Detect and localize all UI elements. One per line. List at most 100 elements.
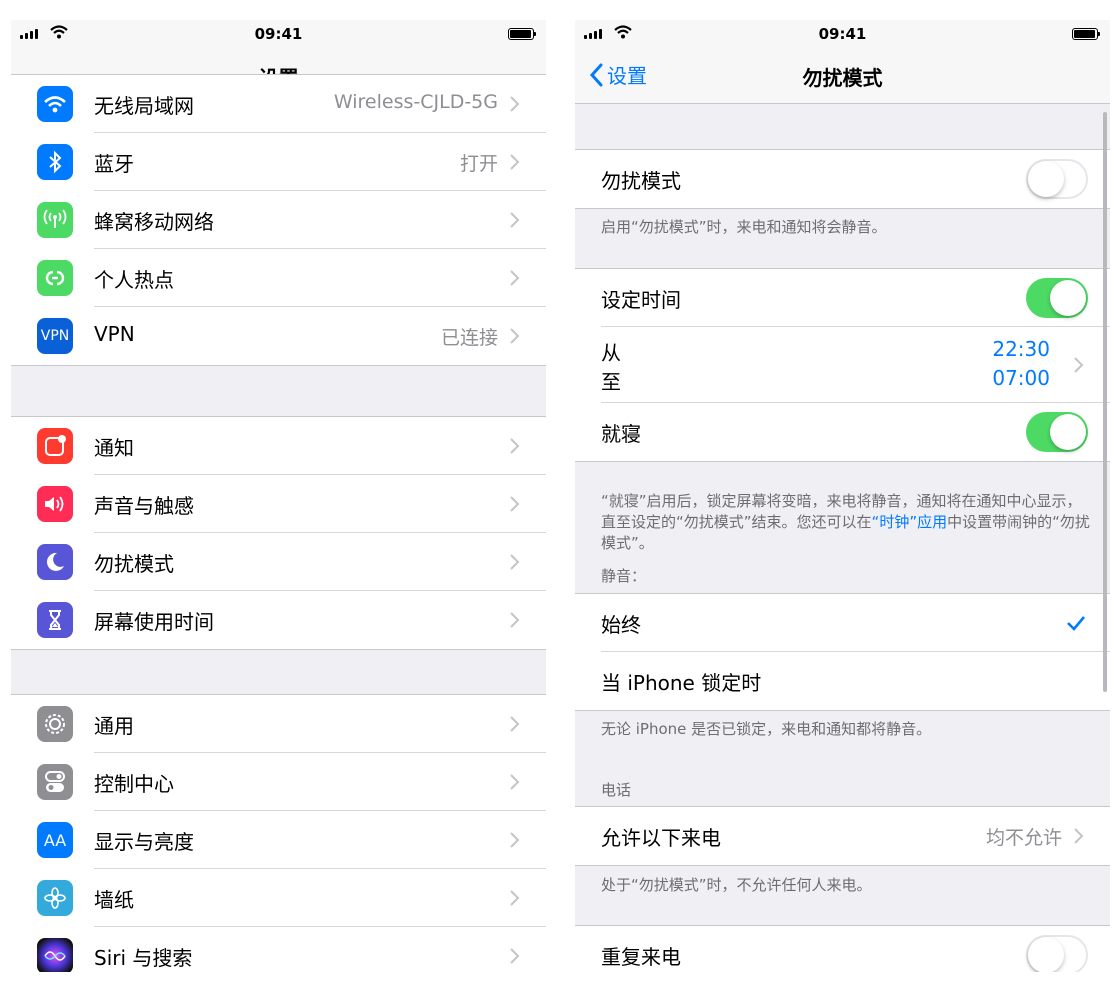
dnd-settings-list[interactable]: 勿扰模式 启用“勿扰模式”时，来电和通知将会静音。 设定时间 从 至 22:30… <box>575 104 1110 972</box>
display-icon: AA <box>37 822 73 858</box>
cellular-icon <box>37 202 73 238</box>
settings-list[interactable]: 无线局域网 Wireless-CJLD-5G 蓝牙 打开 蜂窝移动网络 个人热点… <box>11 74 546 972</box>
row-label: 勿扰模式 <box>94 552 174 576</box>
chevron-right-icon <box>510 96 520 112</box>
scheduled-group: 设定时间 从 至 22:30 07:00 就寝 <box>575 268 1110 462</box>
allow-calls-row[interactable]: 允许以下来电 均不允许 <box>575 807 1110 865</box>
chevron-right-icon <box>510 496 520 512</box>
row-label: 墙纸 <box>94 888 134 912</box>
wallpaper-icon <box>37 880 73 916</box>
chevron-right-icon <box>510 890 520 906</box>
settings-row-wifi[interactable]: 无线局域网 Wireless-CJLD-5G <box>11 75 546 133</box>
bluetooth-icon <box>37 144 73 180</box>
bedtime-label: 就寝 <box>601 422 641 446</box>
from-label: 从 <box>601 341 621 365</box>
checkmark-icon <box>1067 616 1085 631</box>
status-bar: 09:41 <box>11 20 546 50</box>
scheduled-switch[interactable] <box>1026 278 1088 318</box>
settings-row-wallpaper[interactable]: 墙纸 <box>11 869 546 927</box>
repeated-calls-label: 重复来电 <box>601 945 681 969</box>
settings-row-screen-time[interactable]: 屏幕使用时间 <box>11 591 546 649</box>
settings-row-bluetooth[interactable]: 蓝牙 打开 <box>11 133 546 191</box>
clock-app-link[interactable]: “时钟”应用 <box>872 513 948 531</box>
display-icon-text: AA <box>43 830 67 850</box>
allow-calls-value: 均不允许 <box>985 827 1062 849</box>
notifications-icon <box>37 428 73 464</box>
moon-icon <box>37 544 73 580</box>
from-time: 22:30 <box>992 337 1050 361</box>
silence-group: 始终 当 iPhone 锁定时 <box>575 593 1110 711</box>
settings-row-vpn[interactable]: VPN VPN 已连接 <box>11 307 546 365</box>
hotspot-icon <box>37 260 73 296</box>
status-bar: 09:41 <box>575 20 1110 50</box>
row-label: VPN <box>94 322 135 346</box>
silence-option-locked[interactable]: 当 iPhone 锁定时 <box>575 652 1110 710</box>
row-label: 控制中心 <box>94 772 174 796</box>
phone-header: 电话 <box>601 781 632 799</box>
row-label: 蜂窝移动网络 <box>94 210 214 234</box>
dnd-label: 勿扰模式 <box>601 169 681 193</box>
to-label: 至 <box>601 370 621 394</box>
row-value: Wireless-CJLD-5G <box>333 91 498 113</box>
battery-icon <box>508 28 536 40</box>
settings-row-hotspot[interactable]: 个人热点 <box>11 249 546 307</box>
chevron-right-icon <box>510 154 520 170</box>
chevron-right-icon <box>1074 828 1084 844</box>
option-label: 始终 <box>601 613 641 637</box>
status-time: 09:41 <box>818 25 867 43</box>
chevron-right-icon <box>510 270 520 286</box>
siri-icon <box>37 938 73 972</box>
nav-bar: 设置 勿扰模式 <box>575 50 1110 104</box>
settings-row-sounds[interactable]: 声音与触感 <box>11 475 546 533</box>
row-label: 声音与触感 <box>94 494 194 518</box>
silence-option-always[interactable]: 始终 <box>575 594 1110 652</box>
phone-footer: 处于“勿扰模式”时，不允许任何人来电。 <box>601 876 872 894</box>
dnd-group: 勿扰模式 <box>575 149 1110 209</box>
battery-icon <box>1072 28 1100 40</box>
dnd-switch[interactable] <box>1026 159 1088 199</box>
bedtime-footer: “就寝”启用后，锁定屏幕将变暗，来电将静音，通知将在通知中心显示，直至设定的“勿… <box>601 491 1090 554</box>
row-value: 打开 <box>459 153 498 175</box>
page-title: 勿扰模式 <box>802 66 883 90</box>
row-label: 显示与亮度 <box>94 830 194 854</box>
repeated-calls-group: 重复来电 <box>575 925 1110 972</box>
status-time: 09:41 <box>254 25 303 43</box>
row-label: 屏幕使用时间 <box>94 610 214 634</box>
settings-screen: 09:41 设置 无线局域网 Wireless-CJLD-5G 蓝牙 打开 <box>11 20 546 972</box>
scroll-indicator[interactable] <box>1103 112 1107 692</box>
settings-row-display[interactable]: AA 显示与亮度 <box>11 811 546 869</box>
vpn-icon-text: VPN <box>40 328 70 344</box>
bedtime-switch[interactable] <box>1026 412 1088 452</box>
row-label: 无线局域网 <box>94 94 194 118</box>
dnd-footer: 启用“勿扰模式”时，来电和通知将会静音。 <box>601 218 887 236</box>
bedtime-row: 就寝 <box>575 403 1110 461</box>
settings-row-control-center[interactable]: 控制中心 <box>11 753 546 811</box>
scheduled-label: 设定时间 <box>601 288 681 312</box>
chevron-right-icon <box>510 948 520 964</box>
chevron-right-icon <box>510 716 520 732</box>
schedule-time-row[interactable]: 从 至 22:30 07:00 <box>575 327 1110 403</box>
row-value: 已连接 <box>440 327 498 349</box>
settings-row-do-not-disturb[interactable]: 勿扰模式 <box>11 533 546 591</box>
settings-row-notifications[interactable]: 通知 <box>11 417 546 475</box>
settings-row-general[interactable]: 通用 <box>11 695 546 753</box>
general-group: 通用 控制中心 AA 显示与亮度 墙纸 Siri 与搜索 <box>11 694 546 972</box>
repeated-calls-switch[interactable] <box>1026 935 1088 972</box>
vpn-icon: VPN <box>37 318 73 354</box>
row-label: Siri 与搜索 <box>94 946 193 970</box>
chevron-right-icon <box>510 328 520 344</box>
control-center-icon <box>37 764 73 800</box>
repeated-calls-row: 重复来电 <box>575 926 1110 972</box>
to-time: 07:00 <box>992 366 1050 390</box>
settings-row-cellular[interactable]: 蜂窝移动网络 <box>11 191 546 249</box>
row-label: 蓝牙 <box>94 152 134 176</box>
silence-footer: 无论 iPhone 是否已锁定，来电和通知都将静音。 <box>601 720 932 738</box>
do-not-disturb-screen: 09:41 设置 勿扰模式 勿扰模式 启用“勿扰模式”时，来电和通知将会静音。 … <box>575 20 1110 972</box>
settings-row-siri[interactable]: Siri 与搜索 <box>11 927 546 972</box>
chevron-right-icon <box>510 612 520 628</box>
chevron-right-icon <box>510 554 520 570</box>
allow-calls-label: 允许以下来电 <box>601 826 721 850</box>
row-label: 通用 <box>94 714 134 738</box>
chevron-right-icon <box>510 212 520 228</box>
chevron-right-icon <box>510 774 520 790</box>
